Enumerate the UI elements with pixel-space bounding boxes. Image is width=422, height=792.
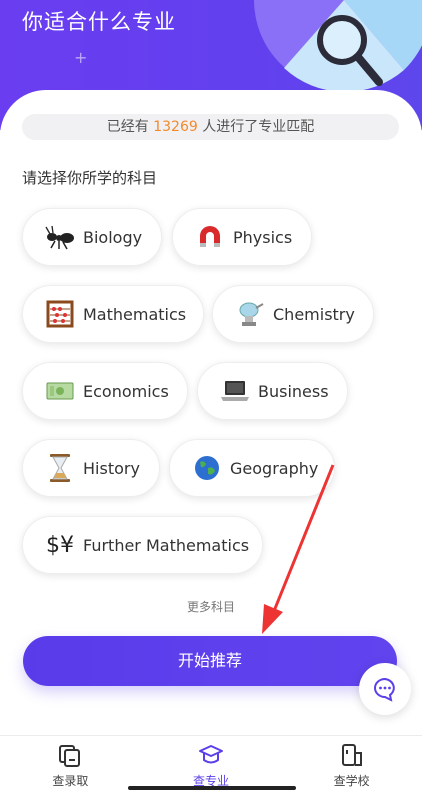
currency-exchange-icon: $¥ bbox=[46, 532, 74, 558]
subject-chip-business[interactable]: Business bbox=[197, 362, 348, 420]
subject-chip-further-mathematics[interactable]: $¥ Further Mathematics bbox=[22, 516, 263, 574]
pie-chart-magnifier-illustration bbox=[254, 0, 422, 92]
subject-prompt: 请选择你所学的科目 bbox=[22, 169, 158, 187]
home-indicator bbox=[128, 786, 296, 790]
count-suffix: 人进行了专业匹配 bbox=[202, 119, 315, 135]
subject-chip-biology[interactable]: Biology bbox=[22, 208, 162, 266]
subject-chip-history[interactable]: History bbox=[22, 439, 160, 497]
nav-label: 查学校 bbox=[333, 774, 370, 788]
subject-label: Biology bbox=[83, 227, 143, 247]
admission-icon bbox=[59, 745, 81, 767]
subject-label: Business bbox=[258, 381, 329, 401]
subject-label: Further Mathematics bbox=[83, 535, 250, 555]
more-subjects-link[interactable]: 更多科目 bbox=[0, 598, 422, 615]
chat-icon bbox=[374, 677, 395, 702]
hourglass-icon bbox=[45, 453, 75, 483]
content-card: 已经有 13269 人进行了专业匹配 请选择你所学的科目 Biology Phy… bbox=[0, 90, 422, 735]
alembic-icon bbox=[235, 299, 265, 329]
chat-button[interactable] bbox=[359, 663, 411, 715]
nav-label: 查录取 bbox=[52, 774, 89, 788]
graduation-cap-icon bbox=[199, 745, 223, 764]
subject-label: Mathematics bbox=[83, 304, 187, 324]
start-recommend-button[interactable]: 开始推荐 bbox=[23, 636, 397, 686]
ant-icon bbox=[45, 222, 75, 252]
money-icon bbox=[45, 376, 75, 406]
subject-chip-geography[interactable]: Geography bbox=[169, 439, 335, 497]
subject-chip-mathematics[interactable]: Mathematics bbox=[22, 285, 204, 343]
subject-chip-physics[interactable]: Physics bbox=[172, 208, 312, 266]
nav-item-school[interactable]: 查学校 bbox=[281, 736, 422, 792]
subject-chip-chemistry[interactable]: Chemistry bbox=[212, 285, 374, 343]
page-title: 你适合什么专业 bbox=[22, 10, 176, 34]
subject-label: Geography bbox=[230, 458, 319, 478]
nav-item-major[interactable]: 查专业 bbox=[141, 736, 282, 792]
plus-decoration: + bbox=[74, 48, 88, 67]
globe-icon bbox=[192, 453, 222, 483]
school-icon bbox=[341, 744, 362, 766]
subject-label: Chemistry bbox=[273, 304, 355, 324]
magnet-icon bbox=[195, 222, 225, 252]
abacus-icon bbox=[45, 299, 75, 329]
laptop-icon bbox=[220, 376, 250, 406]
subject-chip-economics[interactable]: Economics bbox=[22, 362, 188, 420]
match-count: 13269 bbox=[153, 119, 198, 135]
bottom-nav: 查录取 查专业 查学校 bbox=[0, 735, 422, 792]
count-prefix: 已经有 bbox=[106, 119, 149, 135]
match-count-banner: 已经有 13269 人进行了专业匹配 bbox=[22, 114, 399, 140]
subject-label: Physics bbox=[233, 227, 293, 247]
nav-item-admission[interactable]: 查录取 bbox=[0, 736, 141, 792]
subject-label: History bbox=[83, 458, 140, 478]
subject-label: Economics bbox=[83, 381, 169, 401]
